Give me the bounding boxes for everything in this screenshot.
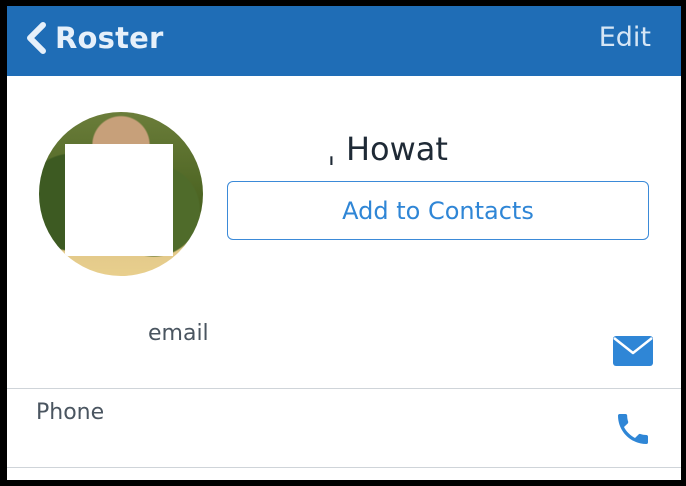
contact-name: ˌ Howat [327, 130, 448, 168]
back-button-label: Roster [55, 21, 164, 55]
email-label: email [148, 321, 209, 346]
phone-icon[interactable] [613, 409, 653, 449]
envelope-icon[interactable] [613, 336, 653, 366]
avatar-redaction [65, 144, 173, 256]
navigation-bar: Roster Edit [7, 6, 681, 76]
phone-row[interactable]: Phone [7, 389, 681, 468]
edit-button[interactable]: Edit [599, 20, 651, 56]
device-frame: Roster Edit ˌ Howat Add to Contacts emai… [0, 0, 686, 486]
phone-label: Phone [36, 400, 105, 425]
back-button[interactable]: Roster [23, 16, 164, 60]
add-to-contacts-button[interactable]: Add to Contacts [227, 181, 649, 240]
contact-detail-screen: Roster Edit ˌ Howat Add to Contacts emai… [7, 6, 681, 480]
email-row[interactable]: email [7, 306, 681, 389]
chevron-left-icon [27, 22, 46, 54]
avatar [39, 112, 203, 276]
